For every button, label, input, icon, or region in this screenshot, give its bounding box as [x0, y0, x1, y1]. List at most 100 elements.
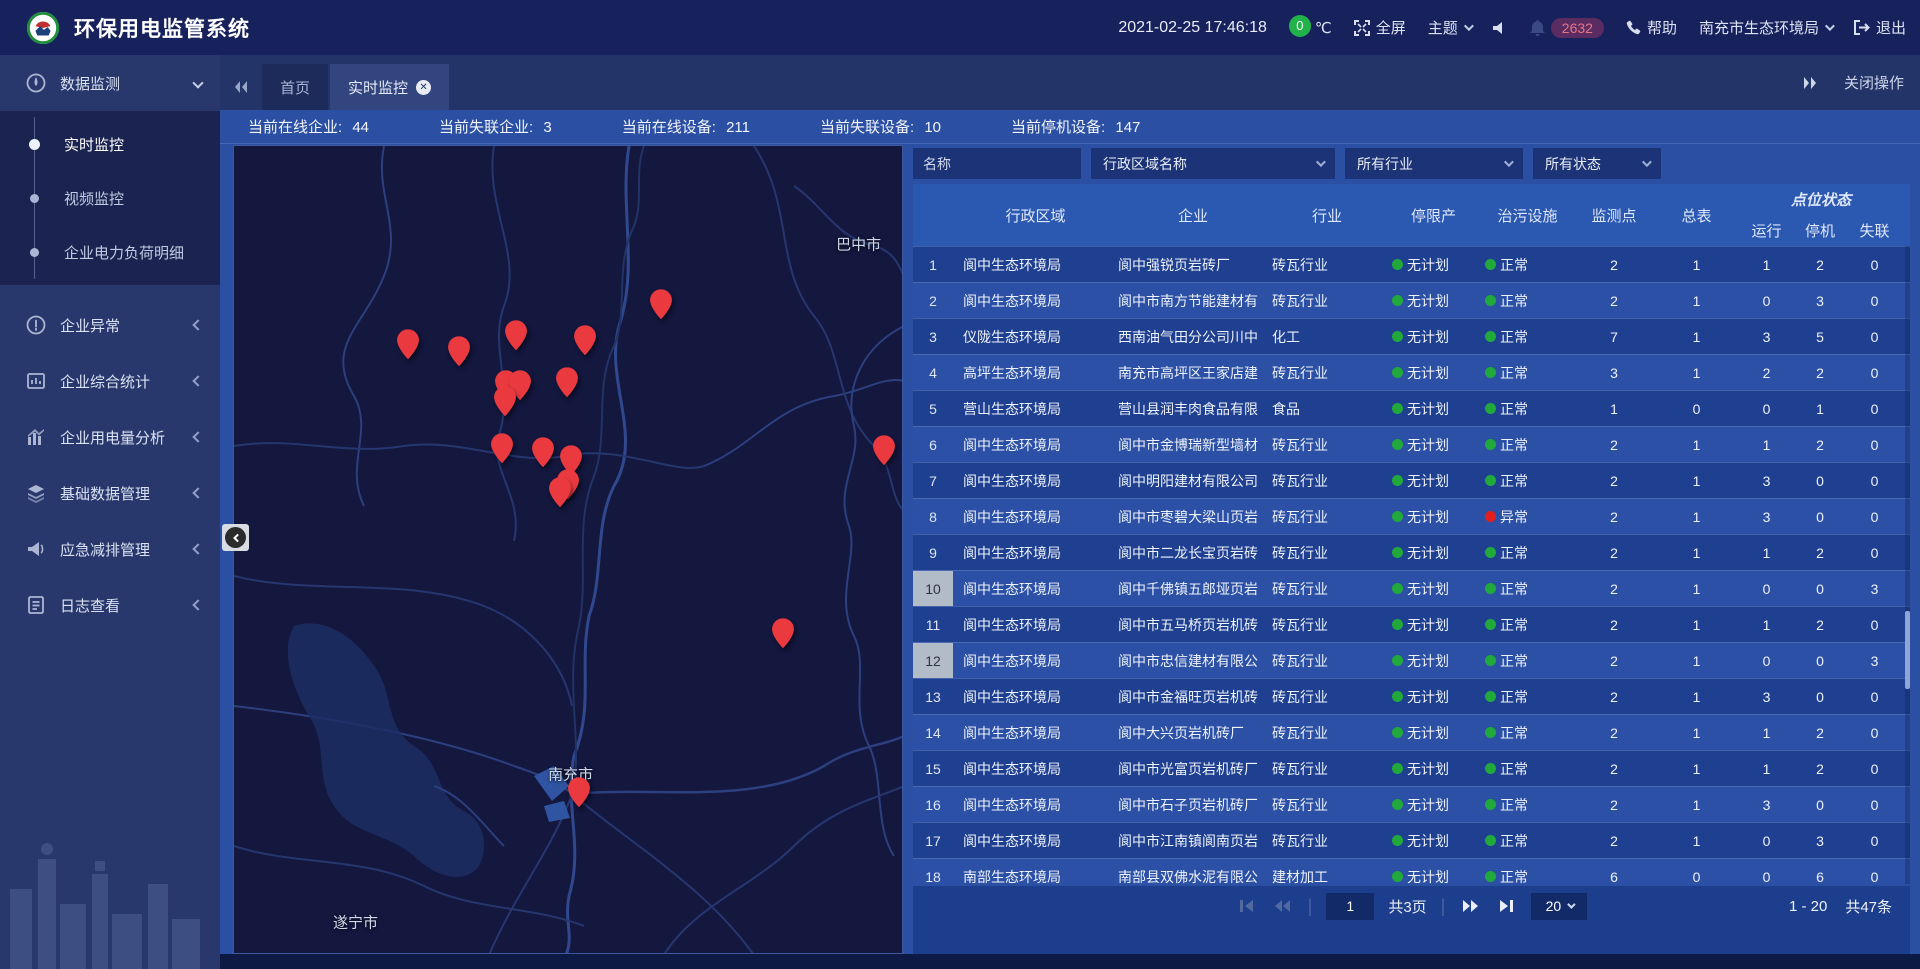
- table-header: 行政区域 企业 行业 停限产 治污设施 监测点 总表 点位状态 运行 停机 失联: [913, 184, 1910, 246]
- map-pin-icon[interactable]: [532, 437, 554, 467]
- region-filter-select[interactable]: 行政区域名称: [1091, 148, 1335, 179]
- table-row[interactable]: 2 阆中生态环境局 阆中市南方节能建材有 砖瓦行业 无计划 正常 2 1 0 3…: [913, 282, 1910, 318]
- sidebar-item-enterprise-abnormal[interactable]: 企业异常: [0, 297, 220, 353]
- prev-page-button[interactable]: [1272, 897, 1294, 915]
- map-pin-icon[interactable]: [574, 325, 596, 355]
- status-filter-select[interactable]: 所有状态: [1533, 148, 1661, 179]
- map-pin-icon[interactable]: [650, 289, 672, 319]
- sidebar-item-base-data[interactable]: 基础数据管理: [0, 465, 220, 521]
- industry-filter-select[interactable]: 所有行业: [1345, 148, 1523, 179]
- close-icon[interactable]: ✕: [416, 80, 431, 95]
- table-row[interactable]: 7 阆中生态环境局 阆中明阳建材有限公司 砖瓦行业 无计划 正常 2 1 3 0…: [913, 462, 1910, 498]
- tabs-scroll-left-button[interactable]: [220, 64, 262, 110]
- map-city-label: 巴中市: [836, 234, 881, 255]
- cell-stop-count: 2: [1794, 607, 1846, 642]
- sidebar-item-power-analysis[interactable]: 企业用电量分析: [0, 409, 220, 465]
- cell-facility-status: 正常: [1481, 823, 1574, 858]
- sidebar-item-emergency[interactable]: 应急减排管理: [0, 521, 220, 577]
- first-page-button[interactable]: [1236, 897, 1258, 915]
- scrollbar-thumb[interactable]: [1905, 611, 1910, 689]
- row-number: 4: [913, 355, 953, 390]
- table-row[interactable]: 18 南部生态环境局 南部县双佛水泥有限公 建材加工 无计划 正常 6 0 0 …: [913, 858, 1910, 884]
- map-pin-icon[interactable]: [549, 477, 571, 507]
- org-dropdown[interactable]: 南充市生态环境局: [1699, 17, 1832, 38]
- sidebar-item-data-monitor[interactable]: 数据监测: [0, 55, 220, 111]
- panel-collapse-button[interactable]: [222, 524, 249, 551]
- map[interactable]: 巴中市南充市遂宁市: [233, 145, 903, 954]
- cell-lost-count: 3: [1846, 643, 1903, 678]
- chevron-down-icon: [192, 77, 203, 88]
- table-row[interactable]: 14 阆中生态环境局 阆中大兴页岩机砖厂 砖瓦行业 无计划 正常 2 1 1 2…: [913, 714, 1910, 750]
- name-filter-input[interactable]: [913, 148, 1081, 179]
- col-total: 总表: [1654, 184, 1739, 246]
- table-row[interactable]: 3 仪陇生态环境局 西南油气田分公司川中 化工 无计划 正常 7 1 3 5 0: [913, 318, 1910, 354]
- cell-total-meter: 1: [1654, 751, 1739, 786]
- table-row[interactable]: 10 阆中生态环境局 阆中千佛镇五郎垭页岩 砖瓦行业 无计划 正常 2 1 0 …: [913, 570, 1910, 606]
- cell-limit-status: 无计划: [1386, 355, 1481, 390]
- table-row[interactable]: 17 阆中生态环境局 阆中市江南镇阆南页岩 砖瓦行业 无计划 正常 2 1 0 …: [913, 822, 1910, 858]
- last-page-button[interactable]: [1495, 897, 1517, 915]
- logout-button[interactable]: 退出: [1854, 17, 1906, 38]
- last-page-icon: [1498, 899, 1514, 913]
- table-scrollbar[interactable]: [1905, 246, 1910, 884]
- cell-monitor-count: 2: [1574, 571, 1654, 606]
- sidebar-item-realtime-monitor[interactable]: 实时监控: [0, 117, 220, 171]
- double-chevron-left-icon: [233, 80, 249, 94]
- row-number: 8: [913, 499, 953, 534]
- fullscreen-button[interactable]: 全屏: [1354, 17, 1406, 38]
- tab-home[interactable]: 首页: [262, 64, 328, 110]
- map-pin-icon[interactable]: [873, 435, 895, 465]
- tab-bar: 首页 实时监控 ✕ 关闭操作: [220, 55, 1920, 110]
- cell-region: 阆中生态环境局: [953, 427, 1118, 462]
- table-row[interactable]: 9 阆中生态环境局 阆中市二龙长宝页岩砖 砖瓦行业 无计划 正常 2 1 1 2…: [913, 534, 1910, 570]
- sidebar-item-video-monitor[interactable]: 视频监控: [0, 171, 220, 225]
- map-pin-icon[interactable]: [397, 329, 419, 359]
- cell-monitor-count: 2: [1574, 283, 1654, 318]
- cell-facility-status: 正常: [1481, 859, 1574, 884]
- table-row[interactable]: 12 阆中生态环境局 阆中市忠信建材有限公 砖瓦行业 无计划 正常 2 1 0 …: [913, 642, 1910, 678]
- table-row[interactable]: 15 阆中生态环境局 阆中市光富页岩机砖厂 砖瓦行业 无计划 正常 2 1 1 …: [913, 750, 1910, 786]
- close-operations-button[interactable]: 关闭操作: [1844, 72, 1904, 93]
- sidebar-item-logs[interactable]: 日志查看: [0, 577, 220, 633]
- page-size-select[interactable]: 20: [1531, 893, 1587, 920]
- table-row[interactable]: 4 高坪生态环境局 南充市高坪区王家店建 砖瓦行业 无计划 正常 3 1 2 2…: [913, 354, 1910, 390]
- cell-monitor-count: 2: [1574, 535, 1654, 570]
- map-pin-icon[interactable]: [494, 386, 516, 416]
- city-skyline-decoration: [0, 819, 220, 969]
- tab-realtime-monitor[interactable]: 实时监控 ✕: [330, 64, 449, 110]
- col-stop: 停机: [1794, 214, 1846, 246]
- row-number: 12: [913, 643, 953, 678]
- cell-monitor-count: 2: [1574, 499, 1654, 534]
- datetime: 2021-02-25 17:46:18: [1118, 19, 1267, 37]
- row-number: 15: [913, 751, 953, 786]
- table-row[interactable]: 11 阆中生态环境局 阆中市五马桥页岩机砖 砖瓦行业 无计划 正常 2 1 1 …: [913, 606, 1910, 642]
- map-pin-icon[interactable]: [505, 321, 527, 351]
- table-row[interactable]: 16 阆中生态环境局 阆中市石子页岩机砖厂 砖瓦行业 无计划 正常 2 1 3 …: [913, 786, 1910, 822]
- cell-run-count: 3: [1739, 499, 1794, 534]
- status-dot-icon: [1485, 763, 1496, 774]
- table-row[interactable]: 5 营山生态环境局 营山县润丰肉食品有限 食品 无计划 正常 1 0 0 1 0: [913, 390, 1910, 426]
- sound-button[interactable]: [1493, 21, 1508, 35]
- map-pin-icon[interactable]: [568, 777, 590, 807]
- double-chevron-right-icon[interactable]: [1802, 76, 1818, 90]
- notifications[interactable]: 2632: [1530, 18, 1604, 38]
- sidebar-item-enterprise-stats[interactable]: 企业综合统计: [0, 353, 220, 409]
- table-row[interactable]: 1 阆中生态环境局 阆中强锐页岩砖厂 砖瓦行业 无计划 正常 2 1 1 2 0: [913, 246, 1910, 282]
- table-row[interactable]: 13 阆中生态环境局 阆中市金福旺页岩机砖 砖瓦行业 无计划 正常 2 1 3 …: [913, 678, 1910, 714]
- table-row[interactable]: 8 阆中生态环境局 阆中市枣碧大梁山页岩 砖瓦行业 无计划 异常 2 1 3 0…: [913, 498, 1910, 534]
- map-pin-icon[interactable]: [772, 618, 794, 648]
- sidebar-item-power-load-detail[interactable]: 企业电力负荷明细: [0, 225, 220, 279]
- map-pin-icon[interactable]: [448, 336, 470, 366]
- map-roads-layer: [234, 146, 903, 954]
- next-page-button[interactable]: [1459, 897, 1481, 915]
- help-button[interactable]: 帮助: [1626, 17, 1677, 38]
- theme-dropdown[interactable]: 主题: [1428, 17, 1471, 38]
- table-row[interactable]: 6 阆中生态环境局 阆中市金博瑞新型墙材 砖瓦行业 无计划 正常 2 1 1 2…: [913, 426, 1910, 462]
- map-pin-icon[interactable]: [556, 367, 578, 397]
- cell-run-count: 0: [1739, 571, 1794, 606]
- cell-region: 阆中生态环境局: [953, 823, 1118, 858]
- cell-industry: 砖瓦行业: [1268, 571, 1386, 606]
- page-number-input[interactable]: [1326, 893, 1374, 920]
- map-pin-icon[interactable]: [491, 434, 513, 464]
- bullet-dot-icon: [29, 139, 40, 150]
